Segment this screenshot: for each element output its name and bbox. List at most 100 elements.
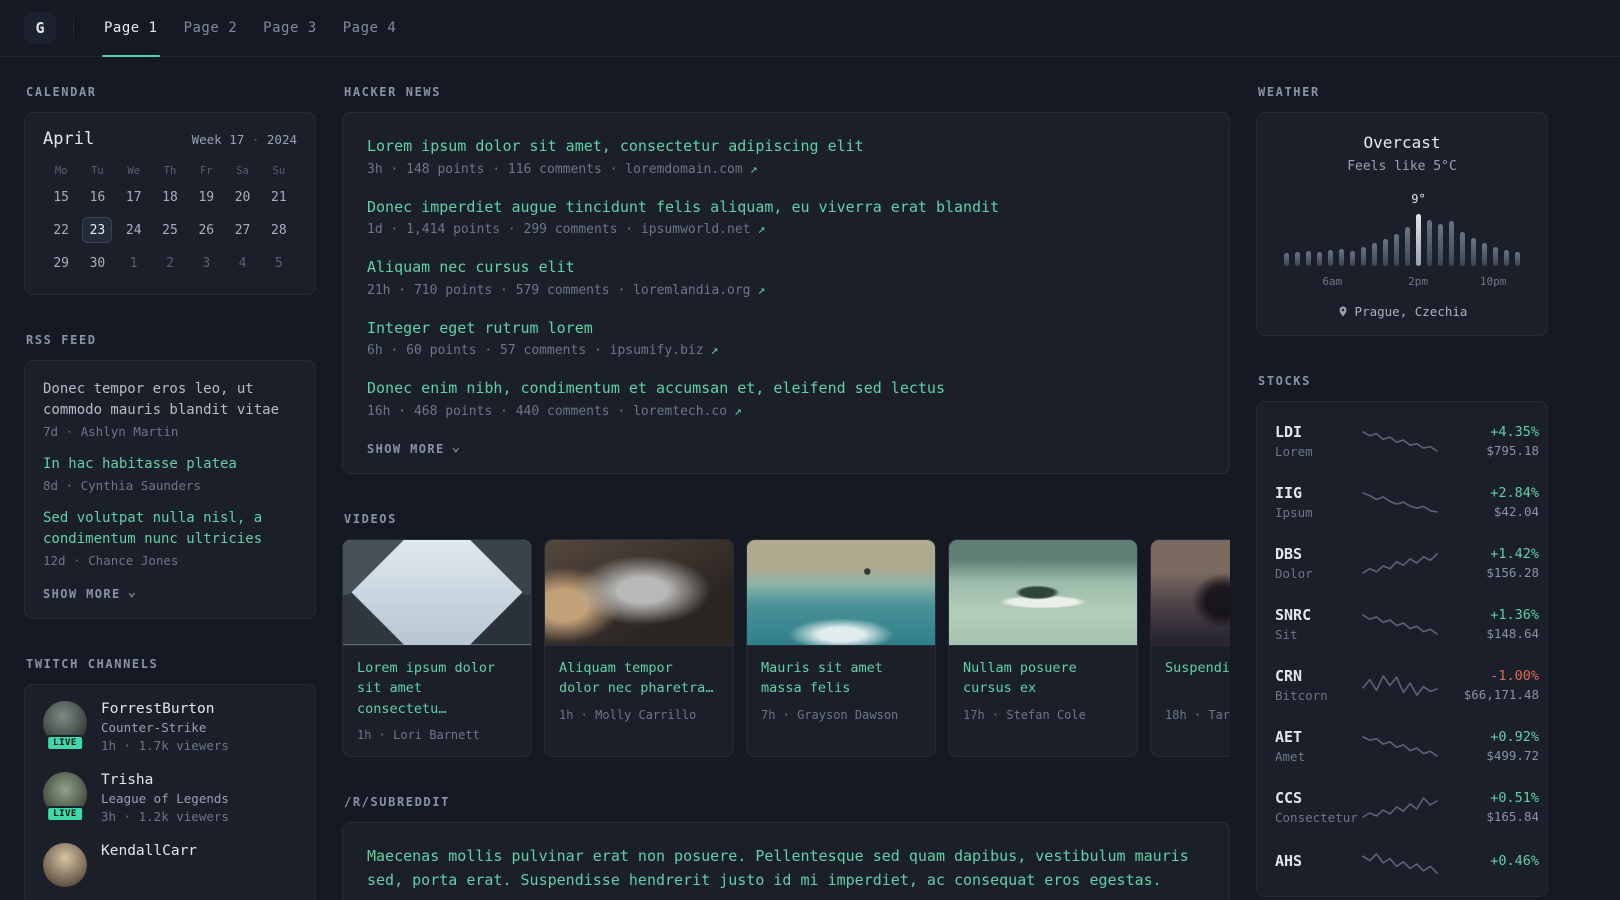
- section-title-subreddit: /R/SUBREDDIT: [344, 795, 450, 810]
- twitch-channel-row[interactable]: LIVE Trisha League of Legends 3h · 1.2k vie…: [43, 772, 297, 824]
- stock-values: -1.00% $66,171.48: [1439, 668, 1539, 702]
- video-meta: 1h · Lori Barnett: [357, 728, 480, 743]
- stock-change: -1.00%: [1490, 667, 1539, 684]
- hackernews-item-title[interactable]: Donec imperdiet augue tincidunt felis al…: [367, 196, 1205, 219]
- video-card[interactable]: Mauris sit amet massa felis 7h · Grayson …: [746, 538, 936, 758]
- stock-symbol: CRN: [1275, 666, 1303, 685]
- stock-row[interactable]: CCS Consectetur +0.51% $165.84: [1275, 776, 1539, 837]
- stock-identity: AHS: [1275, 852, 1361, 873]
- video-title[interactable]: Suspendisse diam: [1165, 658, 1230, 700]
- stock-row[interactable]: SNRC Sit +1.36% $148.64: [1275, 593, 1539, 654]
- stock-row[interactable]: DBS Dolor +1.42% $156.28: [1275, 532, 1539, 593]
- page-tab[interactable]: Page 3: [250, 0, 330, 56]
- rss-item-title[interactable]: Sed volutpat nulla nisl, a condimentum n…: [43, 508, 297, 550]
- location-pin-icon: [1337, 305, 1349, 318]
- weather-bar: [1284, 202, 1289, 266]
- weather-card: Overcast Feels like 5°C 9° 6am 2pm 10pm Pr…: [1256, 112, 1548, 336]
- calendar-day[interactable]: 15: [46, 184, 76, 210]
- stock-change: +0.92%: [1490, 728, 1539, 745]
- hackernews-item-meta: 1d · 1,414 points · 299 comments · ipsum…: [367, 222, 1205, 237]
- hackernews-show-more-button[interactable]: SHOW MORE ⌄: [367, 440, 461, 456]
- weather-bar: [1328, 202, 1333, 266]
- weather-bar: [1361, 202, 1366, 266]
- rss-show-more-button[interactable]: SHOW MORE ⌄: [43, 585, 137, 601]
- video-title[interactable]: Lorem ipsum dolor sit amet consectetu…: [357, 658, 517, 721]
- page-tab[interactable]: Page 2: [171, 0, 251, 56]
- calendar-day[interactable]: 1: [119, 250, 149, 276]
- video-title[interactable]: Nullam posuere cursus ex: [963, 658, 1123, 700]
- stock-name: Amet: [1275, 748, 1306, 764]
- calendar-day[interactable]: 21: [264, 184, 294, 210]
- hackernews-item-title[interactable]: Integer eget rutrum lorem: [367, 317, 1205, 340]
- channel-game: League of Legends: [101, 791, 229, 806]
- hackernews-item-title[interactable]: Lorem ipsum dolor sit amet, consectetur …: [367, 135, 1205, 158]
- video-card[interactable]: Suspendisse diam 18h · Tara: [1150, 538, 1230, 758]
- stock-row[interactable]: LDI Lorem +4.35% $795.18: [1275, 410, 1539, 471]
- calendar-day[interactable]: 5: [264, 250, 294, 276]
- weather-location: Prague, Czechia: [1354, 304, 1468, 319]
- subreddit-post-title[interactable]: Maecenas mollis pulvinar erat non posuer…: [367, 845, 1205, 892]
- stock-row[interactable]: CRN Bitcorn -1.00% $66,171.48: [1275, 654, 1539, 715]
- calendar-day[interactable]: 18: [155, 184, 185, 210]
- channel-name[interactable]: ForrestBurton: [101, 701, 229, 717]
- twitch-channel-row[interactable]: LIVE ForrestBurton Counter-Strike 1h · 1.7k…: [43, 701, 297, 753]
- stock-price: $66,171.48: [1463, 686, 1539, 702]
- calendar-day[interactable]: 23: [82, 217, 113, 243]
- page-tab[interactable]: Page 1: [91, 0, 171, 57]
- video-title[interactable]: Mauris sit amet massa felis: [761, 658, 921, 700]
- channel-name[interactable]: KendallCarr: [101, 843, 197, 859]
- twitch-channel-row[interactable]: KendallCarr: [43, 843, 297, 887]
- calendar-day[interactable]: 2: [155, 250, 185, 276]
- page-tab[interactable]: Page 4: [330, 0, 410, 56]
- rss-item-title[interactable]: In hac habitasse platea: [43, 454, 297, 475]
- hackernews-item-title[interactable]: Aliquam nec cursus elit: [367, 256, 1205, 279]
- stock-price: $148.64: [1486, 625, 1539, 641]
- stock-change: +4.35%: [1490, 423, 1539, 440]
- calendar-day[interactable]: 4: [228, 250, 258, 276]
- calendar-day[interactable]: 17: [119, 184, 149, 210]
- video-meta: 7h · Grayson Dawson: [761, 707, 899, 722]
- calendar-day[interactable]: 3: [191, 250, 221, 276]
- calendar-day[interactable]: 19: [191, 184, 221, 210]
- stock-row[interactable]: AHS +0.46%: [1275, 837, 1539, 888]
- video-card[interactable]: Aliquam tempor dolor nec pharetra… 1h · M…: [544, 538, 734, 758]
- weather-bar: [1493, 202, 1498, 266]
- calendar-day[interactable]: 28: [264, 217, 294, 243]
- stocks-card: LDI Lorem +4.35% $795.18 IIG Ipsum +2.84% $42.0…: [1256, 401, 1548, 897]
- stock-price: $795.18: [1486, 442, 1539, 458]
- rss-item-title[interactable]: Donec tempor eros leo, ut commodo mauris…: [43, 379, 297, 421]
- stock-row[interactable]: IIG Ipsum +2.84% $42.04: [1275, 471, 1539, 532]
- channel-avatar: LIVE: [43, 772, 87, 822]
- stock-identity: SNRC Sit: [1275, 606, 1361, 642]
- channel-name[interactable]: Trisha: [101, 772, 229, 788]
- calendar-day[interactable]: 24: [119, 217, 149, 243]
- stock-row[interactable]: AET Amet +0.92% $499.72: [1275, 715, 1539, 776]
- section-title-weather: WEATHER: [1258, 85, 1320, 99]
- calendar-day[interactable]: 25: [155, 217, 185, 243]
- app-logo[interactable]: G: [24, 12, 56, 44]
- video-title[interactable]: Aliquam tempor dolor nec pharetra…: [559, 658, 719, 700]
- weather-time-labels: 6am 2pm 10pm: [1284, 275, 1520, 289]
- subreddit-card: Maecenas mollis pulvinar erat non posuer…: [342, 822, 1230, 900]
- calendar-day[interactable]: 16: [82, 184, 112, 210]
- video-card[interactable]: Nullam posuere cursus ex 17h · Stefan Col…: [948, 538, 1138, 758]
- hackernews-item-meta: 16h · 468 points · 440 comments · loremt…: [367, 404, 1205, 419]
- calendar-day[interactable]: 27: [228, 217, 258, 243]
- stock-sparkline: [1361, 794, 1439, 820]
- section-title-stocks: STOCKS: [1258, 374, 1311, 388]
- stock-values: +4.35% $795.18: [1439, 424, 1539, 458]
- calendar-day[interactable]: 22: [46, 217, 76, 243]
- calendar-day[interactable]: 30: [82, 250, 112, 276]
- calendar-day[interactable]: 29: [46, 250, 76, 276]
- calendar-day[interactable]: 20: [228, 184, 258, 210]
- video-card-body: Nullam posuere cursus ex 17h · Stefan Col…: [949, 646, 1137, 736]
- calendar-year: 2024: [266, 132, 297, 147]
- calendar-day[interactable]: 26: [191, 217, 221, 243]
- stock-identity: DBS Dolor: [1275, 545, 1361, 581]
- section-title-hackernews: HACKER NEWS: [344, 85, 442, 99]
- stock-values: +0.46%: [1439, 853, 1539, 872]
- calendar-dayname: Tu: [91, 165, 104, 177]
- video-card[interactable]: Lorem ipsum dolor sit amet consectetu… 1h…: [342, 538, 532, 758]
- hackernews-item-title[interactable]: Donec enim nibh, condimentum et accumsan…: [367, 377, 1205, 400]
- stock-change: +1.36%: [1490, 606, 1539, 623]
